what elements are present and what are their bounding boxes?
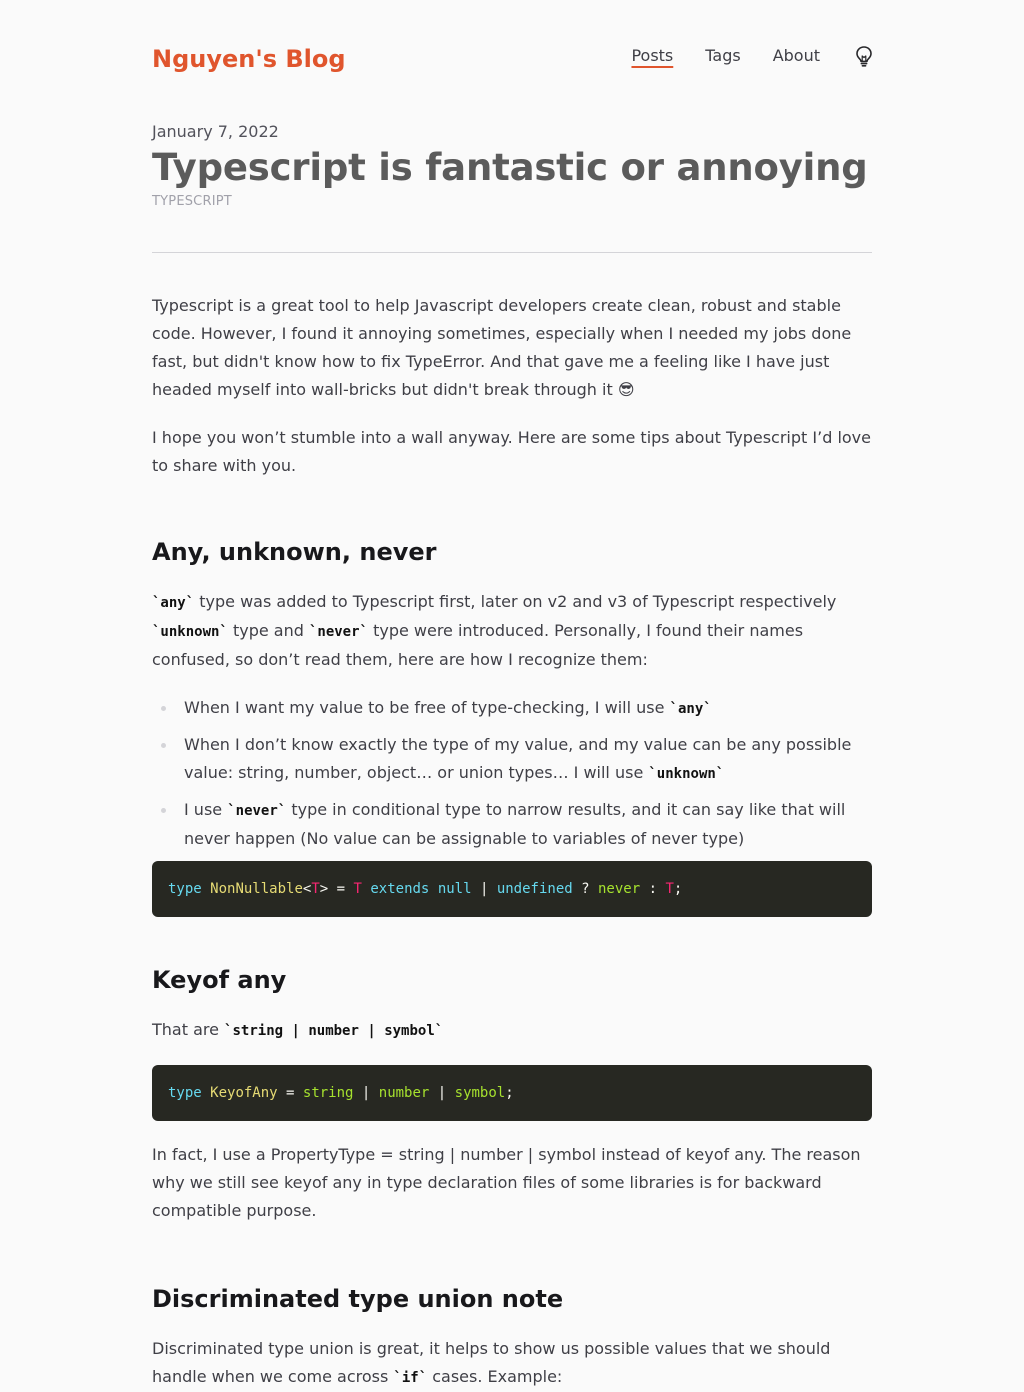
post-date: January 7, 2022 (152, 122, 279, 141)
post-content: Typescript is a great tool to help Javas… (152, 292, 872, 1392)
main-nav: Posts Tags About (599, 44, 872, 68)
code-token: KeyofAny (210, 1085, 278, 1101)
nav-link-tags[interactable]: Tags (705, 45, 740, 67)
theme-toggle-button[interactable] (852, 44, 876, 68)
inline-code-unknown: `unknown` (152, 624, 228, 640)
section2-paragraph: That are `string | number | symbol` (152, 1016, 872, 1045)
section2-text: That are (152, 1020, 225, 1039)
code-token: < (302, 881, 312, 897)
code-token: string (302, 1085, 354, 1101)
code-token: = (328, 881, 354, 897)
section1-text-2: type and (227, 621, 309, 640)
code-token: = (277, 1085, 303, 1101)
code-token: symbol (454, 1085, 506, 1101)
code-token: > (319, 881, 329, 897)
header-divider (152, 252, 872, 253)
code-token: ? (572, 881, 598, 897)
code-token: type (168, 1085, 202, 1101)
inline-code-any: `any` (152, 595, 195, 611)
code-token: never (597, 881, 641, 897)
post-title: Typescript is fantastic or annoying (152, 146, 868, 189)
code-token: type (168, 881, 202, 897)
code-token: ; (673, 881, 683, 897)
code-token: number (378, 1085, 430, 1101)
nav-link-about[interactable]: About (773, 45, 820, 67)
intro-paragraph-2: I hope you won’t stumble into a wall any… (152, 428, 871, 475)
site-title-link[interactable]: Nguyen's Blog (152, 42, 346, 76)
code-token: T (353, 881, 362, 897)
inline-code-string-number-symbol: `string | number | symbol` (224, 1023, 444, 1039)
code-token: ; (505, 1085, 514, 1101)
inline-code-never: `never` (308, 624, 368, 640)
lightbulb-icon (856, 46, 872, 67)
section1-bullet-list: When I want my value to be free of type-… (152, 694, 872, 853)
inline-code-unknown: `unknown` (648, 766, 725, 782)
inline-code-never: `never` (227, 803, 287, 819)
inline-code-any: `any` (669, 701, 712, 717)
list-item-text: I use (184, 800, 228, 819)
section3-paragraph: Discriminated type union is great, it he… (152, 1335, 872, 1392)
list-item-text: When I want my value to be free of type-… (184, 698, 670, 717)
code-token: | (471, 881, 497, 897)
section-heading-any-unknown-never: Any, unknown, never (152, 538, 437, 566)
list-item: When I want my value to be free of type-… (152, 694, 872, 723)
code-block-keyofany[interactable]: type KeyofAny = string | number | symbol… (152, 1065, 872, 1121)
code-block-nonnullable[interactable]: type NonNullable < T > = T extends null | u… (152, 861, 872, 917)
code-token: null (437, 881, 472, 897)
list-item: I use `never` type in conditional type t… (152, 796, 872, 853)
code-token: undefined (496, 881, 573, 897)
code-token: T (665, 881, 674, 897)
code-token: : (640, 881, 666, 897)
nav-link-posts[interactable]: Posts (631, 45, 673, 67)
inline-code-if: `if` (393, 1370, 428, 1386)
intro-paragraph-1: Typescript is a great tool to help Javas… (152, 296, 852, 399)
code-token: NonNullable (210, 881, 303, 897)
list-item: When I don’t know exactly the type of my… (152, 731, 872, 788)
section-heading-discriminated-union: Discriminated type union note (152, 1285, 564, 1313)
section2-paragraph-after: In fact, I use a PropertyType = string |… (152, 1145, 861, 1220)
section3-text-2: cases. Example: (427, 1367, 563, 1386)
code-token: extends (370, 881, 430, 897)
section1-paragraph: `any` type was added to Typescript first… (152, 588, 872, 674)
code-token: | (429, 1085, 455, 1101)
list-item-text: When I don’t know exactly the type of my… (184, 735, 852, 782)
code-token: | (353, 1085, 379, 1101)
section1-text-1: type was added to Typescript first, late… (194, 592, 837, 611)
code-token: T (311, 881, 320, 897)
page: Nguyen's Blog Posts Tags About January 7… (0, 0, 1024, 1386)
section-heading-keyof-any: Keyof any (152, 966, 287, 994)
post-tag-link[interactable]: TYPESCRIPT (152, 193, 232, 211)
